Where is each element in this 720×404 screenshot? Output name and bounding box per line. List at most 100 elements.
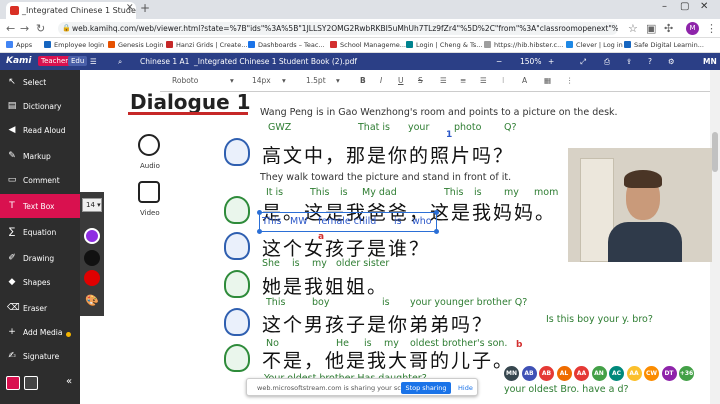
chevron-down-icon[interactable]: ▾: [282, 76, 286, 85]
reload-icon[interactable]: ↻: [36, 22, 45, 35]
star-icon[interactable]: ☆: [628, 22, 638, 35]
fit-icon[interactable]: ⤢: [580, 57, 586, 67]
audio-icon[interactable]: [138, 134, 160, 156]
bookmark-employee-login[interactable]: Employee login: [44, 41, 104, 49]
extension-puzzle-icon[interactable]: ✣: [664, 22, 673, 35]
comment-icon: ▭: [7, 175, 17, 185]
close-window-icon[interactable]: ✕: [700, 1, 708, 12]
collaborator-avatar[interactable]: +36: [679, 366, 694, 381]
gloss: my: [504, 187, 519, 198]
extension-icon[interactable]: ▣: [646, 22, 656, 35]
bookmark-hanzi[interactable]: Hanzi Grids | Create...: [166, 41, 247, 49]
collaborator-avatar[interactable]: CW: [644, 366, 659, 381]
video-icon[interactable]: [138, 181, 160, 203]
webcam-overlay[interactable]: [568, 148, 712, 262]
resize-handle[interactable]: [434, 229, 439, 234]
font-size-select[interactable]: 14px: [252, 76, 271, 85]
resize-handle[interactable]: [434, 210, 439, 215]
tool-equation[interactable]: ∑ Equation: [0, 220, 80, 244]
help-icon[interactable]: ?: [648, 57, 652, 66]
doc-class[interactable]: Chinese 1 A1: [140, 57, 189, 66]
scroll-thumb[interactable]: [712, 132, 718, 172]
collapse-sidebar-icon[interactable]: «: [66, 376, 72, 387]
print-icon[interactable]: ⎙: [604, 57, 610, 67]
tab-close-icon[interactable]: ✕: [126, 3, 134, 13]
align-left-icon[interactable]: ☰: [440, 76, 447, 85]
gloss: is: [382, 297, 390, 308]
double-page-icon[interactable]: [24, 376, 38, 390]
chevron-down-icon[interactable]: ▾: [230, 76, 234, 85]
tool-shapes[interactable]: ◆ Shapes: [0, 270, 80, 294]
tool-dictionary[interactable]: ▤ Dictionary: [0, 94, 80, 118]
text-color-icon[interactable]: A: [522, 76, 527, 85]
resize-handle[interactable]: [257, 210, 262, 215]
color-swatch-black[interactable]: [84, 250, 100, 266]
menu-icon[interactable]: ☰: [90, 57, 97, 66]
highlight-icon[interactable]: ▦: [544, 76, 551, 85]
tool-signature[interactable]: ✍ Signature: [0, 344, 80, 368]
text-size-select[interactable]: 14 ▾: [82, 198, 102, 212]
color-swatch-purple[interactable]: [84, 228, 100, 244]
bookmark-apps[interactable]: Apps: [6, 41, 32, 49]
back-icon[interactable]: ←: [6, 22, 15, 35]
collaborator-avatar[interactable]: AN: [591, 366, 607, 381]
align-center-icon[interactable]: ≡: [460, 76, 466, 85]
bookmark-cheng[interactable]: Login | Cheng & Ts...: [406, 41, 482, 49]
collaborator-avatar[interactable]: AA: [626, 366, 642, 381]
more-icon[interactable]: ⋮: [566, 76, 574, 85]
zoom-in-icon[interactable]: +: [548, 57, 554, 66]
tool-select[interactable]: ↖ Select: [0, 70, 80, 94]
tool-read-aloud[interactable]: ◀ Read Aloud: [0, 118, 80, 142]
italic-icon[interactable]: I: [380, 76, 382, 85]
palette-icon[interactable]: 🎨: [84, 294, 100, 310]
collaborator-avatar[interactable]: AC: [609, 366, 624, 381]
gloss: my: [312, 258, 327, 269]
equation-icon: ∑: [8, 227, 16, 237]
collaborator-avatar[interactable]: DT: [661, 366, 677, 381]
search-icon[interactable]: ⌕: [118, 57, 122, 67]
user-initials[interactable]: MN: [703, 57, 717, 66]
list-icon[interactable]: ⁝: [502, 76, 504, 85]
stop-sharing-button[interactable]: Stop sharing: [401, 382, 451, 394]
minimize-icon[interactable]: –: [662, 1, 667, 12]
chevron-down-icon[interactable]: ▾: [336, 76, 340, 85]
color-swatch-red[interactable]: [84, 270, 100, 286]
hide-button[interactable]: Hide: [458, 384, 473, 392]
bookmark-school[interactable]: School Manageme...: [330, 41, 406, 49]
bookmark-safe-digital[interactable]: Safe Digital Learnin...: [624, 41, 704, 49]
collaborator-avatar[interactable]: AB: [521, 366, 537, 381]
collaborator-avatar[interactable]: AB: [539, 366, 554, 381]
forward-icon[interactable]: →: [20, 22, 29, 35]
tool-eraser[interactable]: ⌫ Eraser: [0, 296, 80, 320]
share-icon[interactable]: ⇪: [626, 57, 632, 66]
maximize-icon[interactable]: ▢: [680, 1, 689, 12]
collaborator-avatar[interactable]: AL: [556, 366, 572, 381]
font-select[interactable]: Roboto: [172, 76, 198, 85]
zoom-level[interactable]: 150%: [520, 57, 541, 66]
collaborator-avatar[interactable]: AA: [574, 366, 589, 381]
chrome-menu-icon[interactable]: ⋮: [706, 22, 717, 35]
document-name[interactable]: _Integrated Chinese 1 Student Book (2).p…: [194, 57, 357, 66]
bookmark-dashboards[interactable]: Dashboards – Teac...: [248, 41, 325, 49]
bold-icon[interactable]: B: [360, 76, 366, 85]
bookmark-clever[interactable]: Clever | Log in: [566, 41, 623, 49]
single-page-icon[interactable]: [6, 376, 20, 390]
settings-icon[interactable]: ⚙: [668, 57, 675, 66]
underline-icon[interactable]: U: [398, 76, 404, 85]
signature-icon: ✍: [8, 351, 16, 361]
line-spacing-select[interactable]: 1.5pt: [306, 76, 326, 85]
zoom-out-icon[interactable]: −: [496, 57, 502, 66]
tool-text-box[interactable]: T Text Box: [0, 194, 80, 218]
bookmark-genesis[interactable]: Genesis Login: [108, 41, 163, 49]
bookmark-hibster[interactable]: https://hib.hibster.c...: [484, 41, 563, 49]
strikethrough-icon[interactable]: S: [418, 76, 423, 85]
collaborator-avatar[interactable]: MN: [504, 366, 519, 381]
profile-avatar[interactable]: M: [686, 22, 699, 35]
align-right-icon[interactable]: ☰: [480, 76, 487, 85]
url-field[interactable]: 🔒 web.kamihq.com/web/viewer.html?state=%…: [58, 22, 618, 35]
browser-tab[interactable]: _Integrated Chinese 1 Student B: [6, 2, 136, 19]
tool-drawing[interactable]: ✐ Drawing: [0, 246, 80, 270]
tool-markup[interactable]: ✎ Markup: [0, 144, 80, 168]
tool-comment[interactable]: ▭ Comment: [0, 168, 80, 192]
new-tab-button[interactable]: +: [140, 1, 150, 15]
